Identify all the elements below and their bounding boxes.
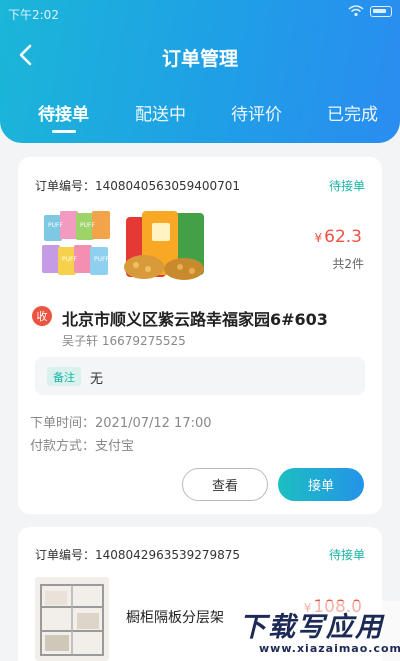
battery-icon [370,5,392,17]
remark-text: 无 [90,372,104,387]
payment-method: 付款方式：支付宝 [30,439,135,454]
tab-delivering[interactable]: 配送中 [135,100,186,125]
order-time: 下单时间：2021/07/12 17:00 [30,416,212,431]
order-status: 待接单 [328,548,365,562]
wifi-icon [348,5,364,17]
product-image-rack[interactable] [35,577,109,661]
page-title: 订单管理 [161,48,238,70]
order-number: 订单编号：1408042963539279875 [35,548,241,562]
tab-to-review[interactable]: 待评价 [231,100,282,125]
price-value: 62.3 [324,227,362,247]
order-price: ¥62.3 [315,227,363,247]
status-bar: 下午2:02 [0,0,400,26]
svg-text:PUFF: PUFF [62,256,77,263]
order-number: 订单编号：1408040563059400701 [35,179,241,193]
remark-box: 备注 无 [35,357,365,395]
status-icons [348,5,392,17]
order-status: 待接单 [328,179,365,193]
order-card[interactable]: 订单编号：1408040563059400701 待接单 PUFF PUFF P… [18,157,382,514]
svg-text:PUFF: PUFF [80,222,95,229]
tab-pending[interactable]: 待接单 [38,100,89,125]
product-image-snacks[interactable]: PUFF PUFF PUFF PUFF [40,207,114,285]
view-button[interactable]: 查看 [182,468,268,501]
product-name: 橱柜隔板分层架 [126,610,224,626]
watermark-url: www.xiazaimao.com [259,642,400,655]
receiver-badge: 收 [32,306,52,326]
accept-order-button[interactable]: 接单 [278,468,364,501]
remark-tag: 备注 [47,367,81,386]
order-tabs: 待接单 配送中 待评价 已完成 [0,100,400,136]
watermark-logo-text: 下载写应用 [239,612,384,643]
product-image-nuts[interactable] [122,207,208,287]
currency-symbol: ¥ [314,231,323,245]
tab-indicator [52,130,76,133]
receiver-contact: 吴子轩 16679275525 [62,334,186,348]
item-count: 共2件 [332,257,364,271]
svg-text:PUFF: PUFF [94,256,109,263]
status-time: 下午2:02 [8,8,59,22]
tab-completed[interactable]: 已完成 [327,100,378,125]
delivery-address: 北京市顺义区紫云路幸福家园6#603 [62,310,328,329]
site-watermark: 下载写应用 www.xiazaimao.com [237,601,400,661]
header-bar: 下午2:02 订单管理 待接单 配送中 待评价 已完成 [0,0,400,143]
svg-text:PUFF: PUFF [48,222,63,229]
